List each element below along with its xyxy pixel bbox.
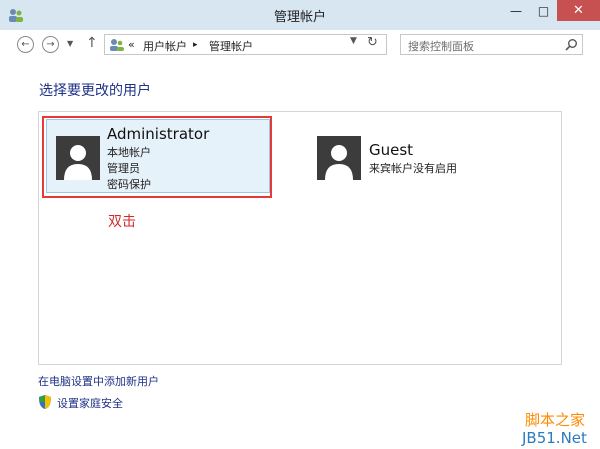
maximize-button[interactable]: □	[530, 0, 557, 21]
shield-icon	[39, 395, 51, 409]
account-name-guest: Guest	[369, 141, 414, 159]
address-dropdown-button[interactable]: ▼	[350, 36, 357, 46]
search-box[interactable]: 搜索控制面板	[400, 34, 583, 55]
refresh-button[interactable]: ↻	[367, 35, 378, 50]
forward-button[interactable]: →	[42, 36, 59, 53]
address-bar[interactable]: « 用户帐户 ▸ 管理帐户	[104, 34, 387, 55]
arrow-right-icon: →	[46, 39, 55, 50]
back-button[interactable]: ←	[17, 36, 34, 53]
navigation-bar: ← → ▼ ↑ « 用户帐户 ▸ 管理帐户 ▼ ↻ 搜索控制面板	[0, 30, 600, 60]
close-button[interactable]: ✕	[557, 0, 600, 21]
user-silhouette-icon	[317, 136, 361, 180]
user-accounts-icon	[110, 39, 124, 51]
search-icon[interactable]	[564, 38, 578, 52]
add-user-link[interactable]: 在电脑设置中添加新用户	[38, 373, 159, 389]
title-bar: 管理帐户 — □ ✕	[0, 0, 600, 30]
double-click-annotation: 双击	[108, 214, 136, 230]
guest-status: 来宾帐户没有启用	[369, 162, 457, 175]
watermark-site-name: 脚本之家	[525, 411, 586, 429]
minimize-button[interactable]: —	[502, 0, 530, 21]
chevron-right-icon[interactable]: ▸	[193, 40, 198, 50]
breadcrumb-manage-accounts[interactable]: 管理帐户	[209, 38, 253, 54]
page-heading: 选择要更改的用户	[39, 83, 151, 99]
arrow-left-icon: ←	[21, 39, 30, 50]
recent-locations-button[interactable]: ▼	[67, 39, 73, 48]
breadcrumb-overflow[interactable]: «	[128, 38, 135, 51]
up-button[interactable]: ↑	[86, 35, 98, 51]
search-input[interactable]: 搜索控制面板	[408, 38, 474, 54]
breadcrumb-user-accounts[interactable]: 用户帐户	[143, 38, 187, 54]
annotation-highlight-box	[42, 116, 272, 198]
guest-avatar-icon	[317, 136, 361, 180]
family-safety-link[interactable]: 设置家庭安全	[57, 395, 123, 411]
watermark-site-url: JB51.Net	[522, 429, 587, 447]
